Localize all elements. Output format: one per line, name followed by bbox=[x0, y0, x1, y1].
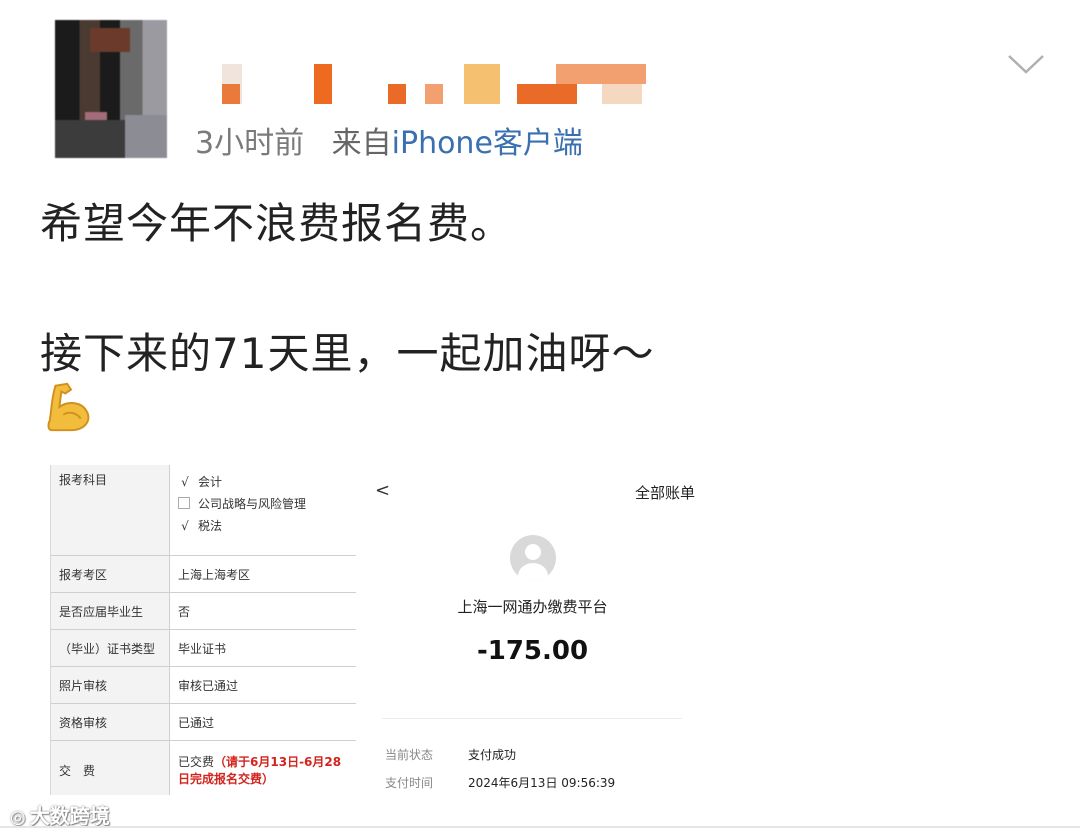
table-row: （毕业）证书类型 毕业证书 bbox=[51, 629, 356, 667]
watermark-logo-icon: ◎ bbox=[10, 807, 26, 828]
registration-table-screenshot: 报考科目 √ 会计 公司战略与风险管理 √ 税法 报考考区 上海上海考区 是否应届毕… bbox=[50, 465, 356, 795]
table-row: 照片审核 审核已通过 bbox=[51, 666, 356, 704]
row-value: 上海上海考区 bbox=[169, 555, 356, 593]
row-value: 审核已通过 bbox=[169, 666, 356, 704]
post-meta: 3小时前 来自iPhone客户端 bbox=[195, 118, 583, 162]
username-blurred[interactable] bbox=[222, 64, 652, 104]
table-row: 交 费 已交费（请于6月13日-6月28日完成报名交费） bbox=[51, 740, 356, 795]
check-icon: √ bbox=[181, 519, 189, 533]
registration-table: 报考科目 √ 会计 公司战略与风险管理 √ 税法 报考考区 上海上海考区 是否应届毕… bbox=[51, 465, 356, 795]
row-label: 报考考区 bbox=[51, 555, 170, 593]
row-value: 已通过 bbox=[169, 703, 356, 741]
check-icon: √ bbox=[181, 475, 189, 489]
subject-option: √ 税法 bbox=[178, 515, 348, 537]
bill-title: 全部账单 bbox=[634, 484, 695, 502]
status-label: 当前状态 bbox=[385, 748, 434, 762]
row-label: 资格审核 bbox=[51, 703, 170, 741]
subject-option: √ 会计 bbox=[178, 471, 348, 493]
row-value: 毕业证书 bbox=[169, 629, 356, 667]
merchant-avatar-icon bbox=[510, 535, 556, 581]
row-label: （毕业）证书类型 bbox=[51, 629, 170, 667]
post-text-line1: 希望今年不浪费报名费。 bbox=[40, 199, 514, 248]
status-value: 支付成功 bbox=[468, 748, 517, 762]
flexed-biceps-icon bbox=[47, 382, 90, 432]
divider bbox=[382, 718, 682, 719]
row-label: 照片审核 bbox=[51, 666, 170, 704]
merchant-name: 上海一网通办缴费平台 bbox=[457, 598, 608, 616]
subject-option: 公司战略与风险管理 bbox=[178, 493, 348, 515]
row-label: 交 费 bbox=[51, 740, 170, 795]
table-row: 资格审核 已通过 bbox=[51, 703, 356, 741]
subject-options: √ 会计 公司战略与风险管理 √ 税法 bbox=[169, 465, 356, 556]
post-source-prefix: 来自 bbox=[331, 126, 392, 161]
row-label: 报考科目 bbox=[51, 465, 170, 556]
pay-time-label: 支付时间 bbox=[385, 776, 434, 790]
divider bbox=[0, 826, 1080, 828]
table-row: 报考科目 √ 会计 公司战略与风险管理 √ 税法 bbox=[51, 465, 356, 556]
avatar[interactable] bbox=[55, 20, 167, 158]
post-time: 3小时前 bbox=[195, 126, 305, 161]
row-label: 是否应届毕业生 bbox=[51, 592, 170, 630]
checkbox-empty-icon bbox=[178, 497, 190, 509]
payment-amount: -175.00 bbox=[476, 636, 589, 666]
watermark: ◎ 大数跨境 bbox=[10, 804, 110, 828]
post-text-line2: 接下来的71天里，一起加油呀～ bbox=[40, 329, 655, 378]
row-value: 否 bbox=[169, 592, 356, 630]
table-row: 报考考区 上海上海考区 bbox=[51, 555, 356, 593]
post-device[interactable]: iPhone客户端 bbox=[392, 126, 583, 161]
chevron-down-icon[interactable] bbox=[1006, 52, 1046, 76]
row-value: 已交费（请于6月13日-6月28日完成报名交费） bbox=[169, 740, 356, 795]
back-icon[interactable]: < bbox=[375, 480, 390, 501]
table-row: 是否应届毕业生 否 bbox=[51, 592, 356, 630]
pay-time-value: 2024年6月13日 09:56:39 bbox=[468, 776, 616, 790]
